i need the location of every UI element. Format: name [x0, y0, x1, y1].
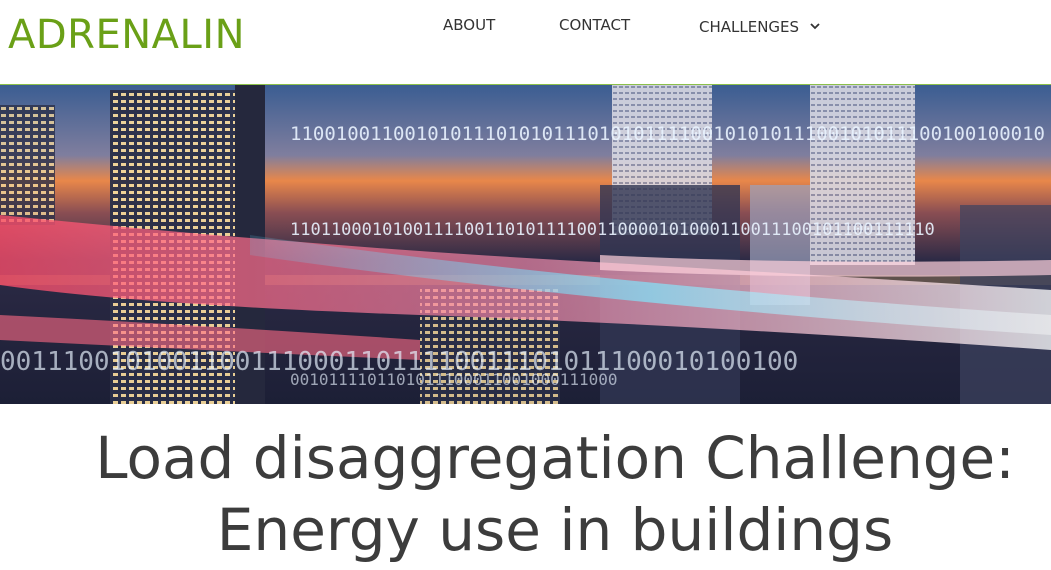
page-title-line-1: Load disaggregation Challenge: — [95, 424, 1015, 492]
page-title: Load disaggregation Challenge: Energy us… — [0, 422, 1051, 566]
site-header: ADRENALIN ABOUT CONTACT CHALLENGES — [0, 0, 1051, 84]
nav-item-challenges[interactable]: CHALLENGES — [699, 15, 820, 37]
page-title-line-2: Energy use in buildings — [216, 496, 894, 564]
nav-item-contact[interactable]: CONTACT — [559, 15, 630, 35]
nav-item-about[interactable]: ABOUT — [443, 15, 495, 35]
binary-row-4: 0010111101101011100011001000111000 — [290, 370, 618, 389]
chevron-down-icon — [810, 15, 820, 35]
binary-row-2: 1101100010100111100110101111001100001010… — [290, 220, 935, 240]
brand-logo[interactable]: ADRENALIN — [8, 9, 245, 61]
nav-item-challenges-label: CHALLENGES — [699, 18, 800, 36]
hero-banner-image: 1100100110010101110101011101010111100101… — [0, 85, 1051, 404]
binary-row-1: 1100100110010101110101011101010111100101… — [290, 123, 1045, 145]
